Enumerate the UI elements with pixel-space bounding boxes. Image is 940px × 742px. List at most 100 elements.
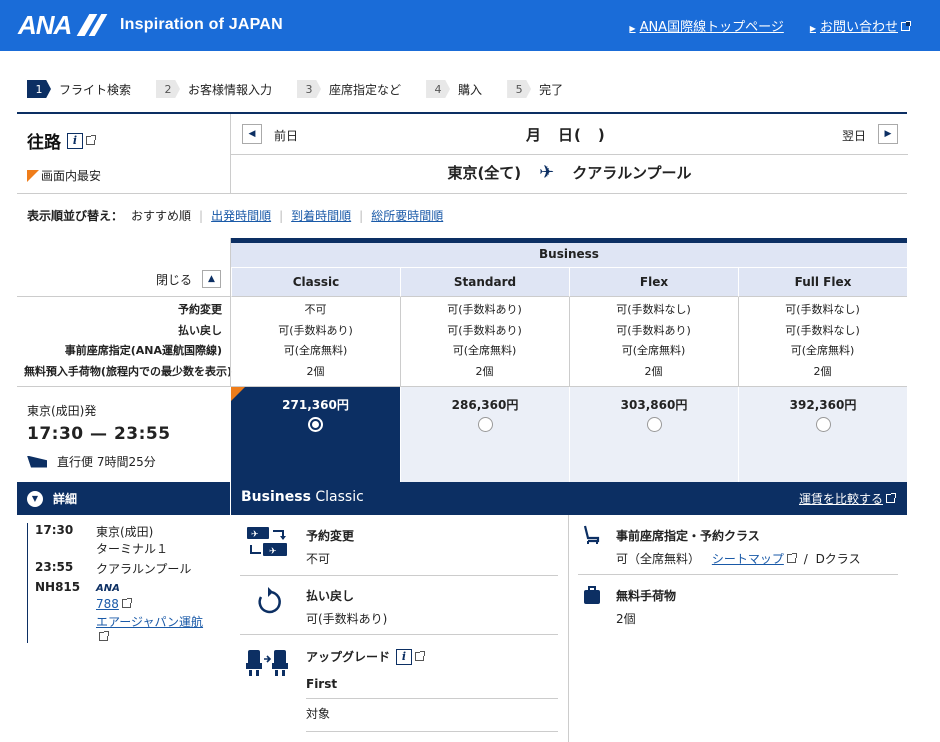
sort-arrival-link[interactable]: 到着時間順 (291, 207, 351, 224)
step-number: 2 (156, 80, 181, 98)
sort-duration-link[interactable]: 総所要時間順 (371, 207, 443, 224)
conditions-standard: 可(手数料あり) 可(手数料あり) 可(全席無料) 2個 (400, 300, 569, 382)
selected-fare-name: Classic (315, 489, 364, 505)
cond-value: 2個 (813, 364, 832, 378)
baggage-heading: 無料手荷物 (616, 589, 677, 603)
fare-radio-full-flex[interactable] (815, 417, 831, 432)
price: 303,860円 (620, 398, 688, 412)
cond-value: 可(全席無料) (452, 344, 517, 357)
external-link-icon (415, 651, 426, 661)
price-cell-classic[interactable]: 271,360円 (231, 387, 400, 482)
tagline: Inspiration of JAPAN (120, 16, 283, 33)
conditions-full-flex: 可(手数料なし) 可(手数料なし) 可(全席無料) 2個 (738, 300, 907, 382)
operator-ext (96, 630, 109, 644)
column-divider (568, 515, 569, 742)
booking-class: Dクラス (815, 552, 861, 566)
step-label: お客様情報入力 (188, 82, 273, 97)
cond-value: 可(手数料なし) (785, 303, 860, 316)
seat-map-link[interactable]: シートマップ (712, 552, 784, 566)
close-label[interactable]: 閉じる (156, 271, 192, 288)
refund-icon (258, 587, 281, 614)
operator[interactable]: エアージャパン運航 (96, 613, 203, 630)
price-cell-standard[interactable]: 286,360円 (401, 387, 569, 482)
dep-time-value: 17:30 (35, 523, 74, 537)
external-link-icon (99, 631, 109, 641)
next-day-button[interactable]: ▶ (878, 124, 898, 144)
details-toggle[interactable]: ▼ 詳細 (17, 482, 230, 515)
contact-link[interactable]: ▶ お問い合わせ (810, 16, 911, 35)
condition-change: 予約変更 (178, 303, 222, 316)
cond-value: 可(手数料なし) (785, 323, 860, 337)
fare-radio-standard[interactable] (477, 417, 493, 432)
compare-fares-link[interactable]: 運賃を比較する (799, 490, 896, 507)
next-day-label[interactable]: 翌日 (842, 127, 866, 144)
fare-header-full-flex: Full Flex (738, 268, 907, 297)
grid-line (738, 297, 739, 387)
origin: 東京(全て) (447, 164, 522, 182)
step-label: 座席指定など (329, 82, 402, 97)
logo-stripe-icon (73, 14, 109, 36)
info-icon[interactable]: i (396, 648, 413, 665)
step-seat-selection: 3 座席指定など (297, 80, 401, 98)
separator (306, 698, 558, 699)
sort-current: おすすめ順 (131, 209, 192, 223)
triangle-right-icon: ▶ (629, 24, 636, 33)
aircraft[interactable]: 788 (96, 597, 132, 611)
airplane-icon: ✈ (539, 162, 555, 183)
sort-label: 表示順並び替え： (27, 209, 124, 223)
info-icon[interactable]: i (67, 132, 83, 149)
flight-duration: 直行便 7時間25分 (27, 453, 156, 470)
external-link-icon (901, 21, 911, 31)
cond-value: 可(手数料あり) (447, 323, 522, 337)
seat-info: 事前座席指定・予約クラス 可（全席無料） シートマップ / Dクラス (616, 527, 861, 567)
grid-line (230, 238, 231, 387)
cheapest-marker-icon (231, 387, 245, 401)
condition-refund: 払い戻し (178, 323, 222, 337)
baggage-icon (584, 586, 600, 604)
collapse-button[interactable]: ▲ (202, 270, 221, 288)
external-link-icon (886, 493, 896, 503)
aircraft-link[interactable]: 788 (96, 597, 119, 611)
ticket-change-icon: ✈ ✈ (247, 527, 287, 557)
origin-destination: 東京(全て) ✈ クアラルンプール (231, 162, 908, 183)
separator: | (199, 208, 204, 223)
airline-logo-text: ANA (96, 583, 120, 594)
separator: | (359, 208, 364, 223)
refund-value: 可(手数料あり) (306, 612, 388, 626)
slash: / (803, 552, 808, 566)
baggage-value: 2個 (616, 612, 636, 626)
fare-header-classic: Classic (231, 268, 400, 297)
step-flight-search: 1 フライト検索 (27, 80, 131, 98)
price: 271,360円 (282, 398, 349, 412)
progress-steps: 1 フライト検索 2 お客様情報入力 3 座席指定など 4 購入 5 完了 (27, 80, 588, 98)
fare-details: ✈ ✈ 予約変更 不可 払い戻し 可(手数料あり) アップグレード i Firs… (231, 515, 907, 742)
price: 392,360円 (789, 398, 857, 412)
current-date: 月 日( ) (526, 126, 606, 144)
sort-departure-link[interactable]: 出発時間順 (211, 207, 271, 224)
svg-text:✈: ✈ (269, 547, 277, 557)
grid-line (569, 297, 570, 387)
upgrade-info: アップグレード i First (306, 648, 426, 691)
upgrade-eligibility: 対象 (306, 707, 331, 721)
dep-place: 東京(成田) (96, 525, 154, 539)
operator-link[interactable]: エアージャパン運航 (96, 615, 203, 629)
svg-text:✈: ✈ (251, 530, 259, 540)
fare-radio-flex[interactable] (646, 417, 662, 432)
intl-top-link[interactable]: ▶ ANA国際線トップページ (629, 16, 783, 35)
route-summary: 往路 i 画面内最安 (17, 114, 230, 194)
separator (578, 574, 898, 575)
step-label: 完了 (539, 82, 564, 97)
condition-labels: 予約変更 払い戻し 事前座席指定(ANA運航国際線) 無料預入手荷物(旅程内での… (17, 300, 232, 382)
price-cell-flex[interactable]: 303,860円 (570, 387, 738, 482)
prev-day-button[interactable]: ◀ (242, 124, 262, 144)
cond-value: 可(手数料あり) (447, 303, 522, 316)
flight-number-value: NH815 (35, 580, 81, 594)
close-row: 閉じる ▲ (17, 268, 230, 297)
prev-day-label[interactable]: 前日 (274, 127, 298, 144)
header-links: ▶ ANA国際線トップページ ▶ お問い合わせ (629, 16, 911, 35)
fare-radio-classic[interactable] (308, 417, 323, 432)
cheapest-legend-label: 画面内最安 (41, 169, 102, 183)
ana-logo[interactable]: ANA (18, 10, 109, 40)
selected-cabin: Business (241, 489, 311, 505)
price-cell-full-flex[interactable]: 392,360円 (739, 387, 907, 482)
